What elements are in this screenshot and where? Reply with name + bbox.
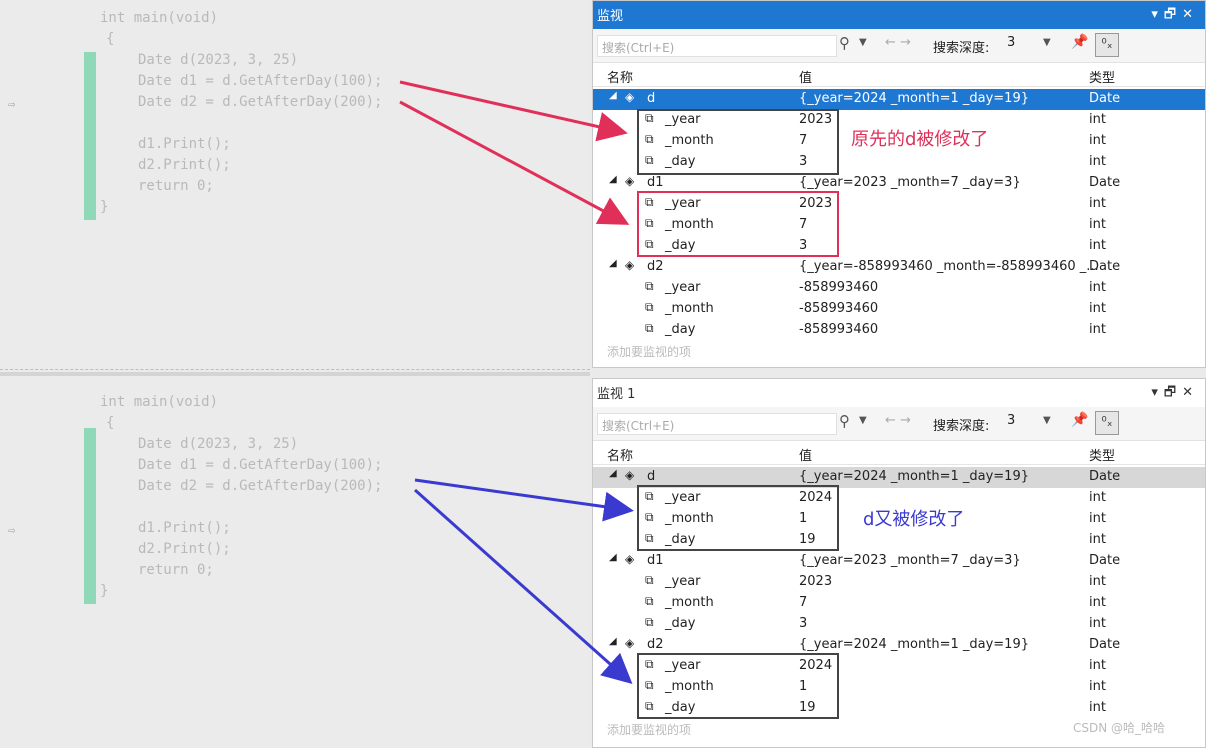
annotation-arrows — [399, 80, 634, 684]
arrow-top-2 — [399, 100, 630, 225]
arrow-bottom-1 — [414, 478, 634, 522]
screenshot-root: int main(void){Date d(2023, 3, 25) Date d… — [0, 0, 1206, 748]
arrow-bottom-2 — [414, 488, 633, 684]
arrow-top-1 — [399, 80, 628, 142]
